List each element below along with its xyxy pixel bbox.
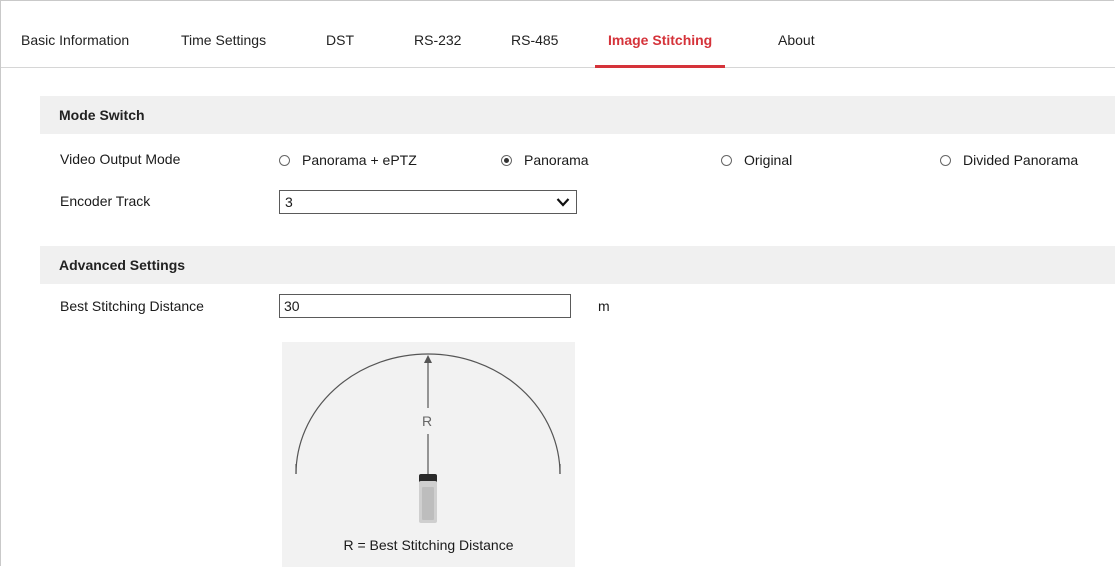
- radio-panorama-label: Panorama: [524, 152, 589, 168]
- diagram-caption: R = Best Stitching Distance: [343, 537, 514, 553]
- stitching-distance-diagram: R R = Best Stitching Distance: [282, 342, 575, 567]
- distance-unit-label: m: [598, 298, 610, 314]
- radio-divided-panorama-label: Divided Panorama: [963, 152, 1079, 168]
- radio-panorama[interactable]: Panorama: [501, 150, 589, 170]
- stitching-arc-illustration: [295, 353, 561, 523]
- radio-original[interactable]: Original: [721, 150, 792, 170]
- radio-divided-panorama-circle[interactable]: [940, 154, 951, 166]
- tab-dst[interactable]: DST: [326, 1, 354, 67]
- best-stitching-distance-input[interactable]: [279, 294, 571, 318]
- tab-image-stitching[interactable]: Image Stitching: [594, 1, 726, 68]
- chevron-down-icon: [556, 198, 570, 207]
- advanced-settings-header: Advanced Settings: [40, 246, 1115, 284]
- radius-label: R: [422, 413, 433, 429]
- tab-bar: Basic Information Time Settings DST RS-2…: [1, 1, 1115, 68]
- encoder-track-select[interactable]: 3: [279, 190, 577, 214]
- encoder-track-value: 3: [285, 194, 293, 210]
- video-output-mode-label: Video Output Mode: [60, 151, 181, 167]
- radio-panorama-eptz-circle[interactable]: [279, 154, 290, 166]
- tab-time-settings[interactable]: Time Settings: [181, 1, 266, 67]
- mode-switch-header: Mode Switch: [40, 96, 1115, 134]
- best-stitching-distance-label: Best Stitching Distance: [60, 298, 204, 314]
- camera-icon: [419, 474, 437, 523]
- radio-panorama-circle[interactable]: [501, 154, 512, 166]
- encoder-track-label: Encoder Track: [60, 193, 151, 209]
- tab-about[interactable]: About: [778, 1, 815, 67]
- radio-original-label: Original: [744, 152, 793, 168]
- radio-panorama-eptz-label: Panorama + ePTZ: [302, 152, 417, 168]
- tab-basic-information[interactable]: Basic Information: [21, 1, 129, 67]
- radio-panorama-eptz[interactable]: Panorama + ePTZ: [279, 150, 417, 170]
- tab-rs-232[interactable]: RS-232: [414, 1, 461, 67]
- radio-original-circle[interactable]: [721, 154, 732, 166]
- tab-rs-485[interactable]: RS-485: [511, 1, 558, 67]
- radio-divided-panorama[interactable]: Divided Panorama: [940, 150, 1078, 170]
